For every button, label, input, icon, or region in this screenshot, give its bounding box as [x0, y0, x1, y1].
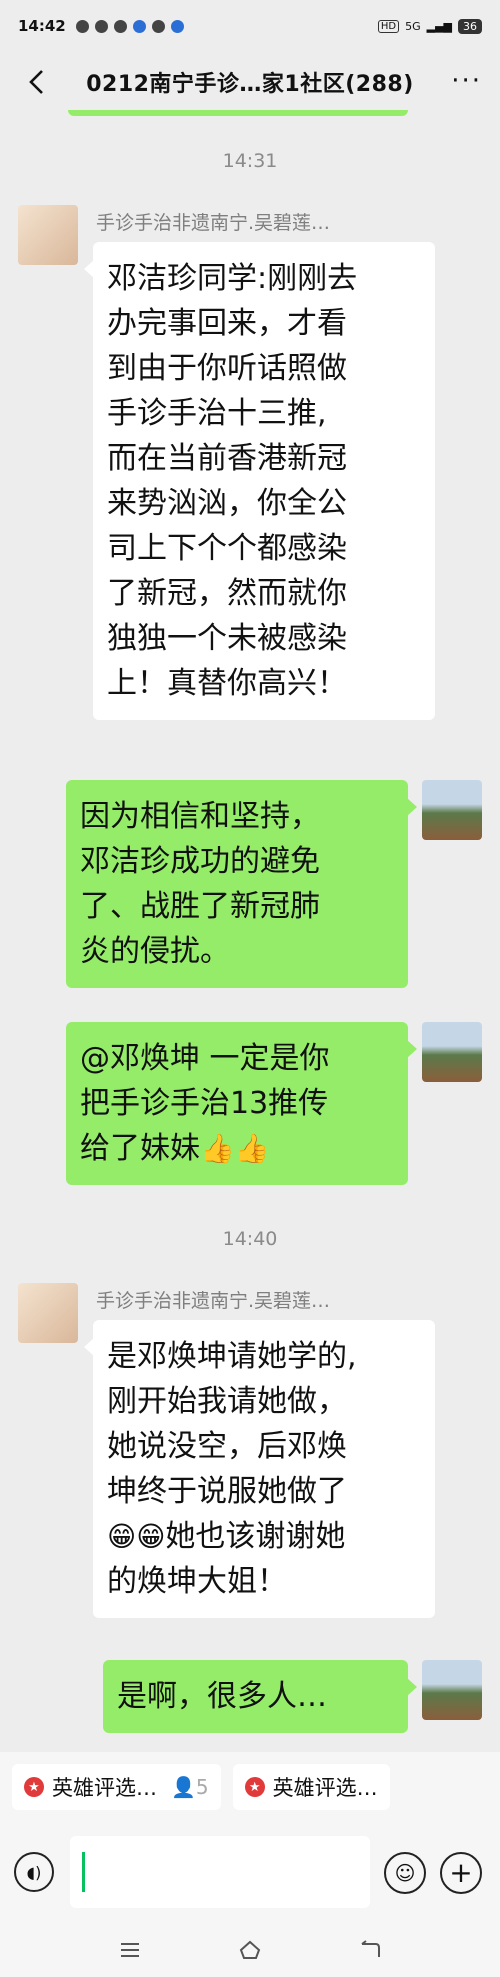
message-line: 了、战胜了新冠肺: [80, 889, 320, 924]
person-icon: 👤: [171, 1775, 196, 1799]
grin-icon: 😁😁: [107, 1520, 166, 1553]
message-line: 炎的侵扰。: [80, 934, 230, 969]
emoji-button[interactable]: ☺: [384, 1852, 426, 1894]
message-line: @邓焕坤 一定是你: [80, 1041, 330, 1076]
message-line: 来势汹汹，你全公: [107, 486, 347, 521]
chat-input-bar: ◖) ☺ +: [0, 1822, 500, 1922]
bubble-tail: [407, 1678, 417, 1696]
hd-icon: HD: [377, 19, 400, 33]
status-time: 14:42: [18, 17, 66, 35]
back-arrow-icon: [361, 1939, 380, 1957]
award-icon: ★: [24, 1777, 44, 1797]
award-icon: ★: [244, 1777, 265, 1797]
timestamp: 14:40: [222, 1228, 278, 1250]
signal-icon: ▂▄▆: [426, 19, 452, 33]
bubble-tail: [407, 798, 417, 816]
message-line: 办完事回来，才看: [107, 306, 347, 341]
message-line: 到由于你听话照做: [107, 351, 347, 386]
translate-icon: [132, 19, 146, 33]
voice-icon: ◖): [26, 1862, 42, 1882]
avatar[interactable]: [422, 1022, 482, 1082]
count-value: 5: [195, 1775, 209, 1799]
play-icon: [170, 19, 184, 33]
system-nav-bar: [0, 1922, 500, 1977]
back-nav-button[interactable]: [355, 1935, 385, 1965]
cloud-icon: [94, 19, 108, 33]
participants-count: 👤5: [171, 1775, 209, 1799]
avatar[interactable]: [422, 1660, 482, 1720]
message-line: 给了妹妹👍👍: [80, 1126, 394, 1171]
message-line: 因为相信和坚持，: [80, 799, 320, 834]
voice-button[interactable]: ◖): [14, 1852, 54, 1892]
chat-title: 0212南宁手诊…家1社区(288): [86, 72, 414, 97]
message-line: 的焕坤大姐！: [107, 1564, 287, 1599]
message-bubble[interactable]: 邓洁珍同学:刚刚去 办完事回来，才看 到由于你听话照做 手诊手治十三推, 而在当…: [93, 242, 435, 720]
home-icon: [239, 1940, 261, 1959]
smiley-icon: ☺: [394, 1861, 416, 1885]
sender-name: 手诊手治非遗南宁.吴碧莲…: [96, 212, 331, 234]
header-accent-bar: [68, 110, 408, 116]
message-line: 坤终于说服她做了: [107, 1474, 347, 1509]
avatar[interactable]: [18, 1283, 78, 1343]
text-cursor: [82, 1852, 85, 1892]
message-line: 刚开始我请她做，: [107, 1384, 347, 1419]
avatar[interactable]: [422, 780, 482, 840]
chevron-left-icon: [29, 70, 43, 94]
message-line: 司上下个个都感染: [107, 531, 347, 566]
thumbs-up-icon: 👍👍: [200, 1132, 270, 1165]
message-text: 她也该谢谢她: [165, 1519, 346, 1554]
avatar[interactable]: [18, 205, 78, 265]
home-nav-button[interactable]: [235, 1935, 265, 1965]
chat-header: 0212南宁手诊…家1社区(288) ···: [0, 52, 500, 112]
message-line: 她说没空，后邓焕: [107, 1429, 347, 1464]
sender-name: 手诊手治非遗南宁.吴碧莲…: [96, 1290, 331, 1312]
tag-label: 英雄评选…: [52, 1776, 157, 1800]
status-right: HD 5G ▂▄▆ 36: [377, 18, 482, 34]
tag-label: 英雄评选…: [272, 1776, 378, 1800]
status-bar: 14:42 HD 5G ▂▄▆ 36: [0, 0, 500, 52]
message-line: 是邓焕坤请她学的,: [107, 1339, 357, 1374]
message-text: 给了妹妹: [80, 1131, 200, 1166]
message-line: 是啊，很多人…: [117, 1679, 327, 1714]
network-label: 5G: [405, 19, 421, 33]
message-line: 了新冠，然而就你: [107, 576, 347, 611]
message-line: 独独一个未被感染: [107, 621, 347, 656]
message-line: 手诊手治十三推,: [107, 396, 327, 431]
message-line: 而在当前香港新冠: [107, 441, 347, 476]
message-bubble[interactable]: 是啊，很多人…: [103, 1660, 408, 1733]
more-actions-button[interactable]: +: [440, 1852, 482, 1894]
plus-icon: +: [449, 1856, 473, 1889]
bubble-tail: [407, 1040, 417, 1058]
menu-nav-button[interactable]: [115, 1935, 145, 1965]
more-button[interactable]: ···: [451, 66, 482, 96]
message-bubble[interactable]: 因为相信和坚持， 邓洁珍成功的避免 了、战胜了新冠肺 炎的侵扰。: [66, 780, 408, 988]
message-line: 邓洁珍成功的避免: [80, 844, 320, 879]
help-icon: [113, 19, 127, 33]
message-input[interactable]: [70, 1836, 370, 1908]
mail-icon: [151, 19, 165, 33]
message-line: 😁😁她也该谢谢她: [107, 1514, 421, 1559]
message-line: 邓洁珍同学:刚刚去: [107, 261, 358, 296]
topic-tags-bar: ★ 英雄评选… 👤5 ★ 英雄评选…: [0, 1752, 500, 1822]
menu-icon: [121, 1942, 139, 1957]
notification-icons: [75, 19, 184, 33]
message-line: 把手诊手治13推传: [80, 1086, 329, 1121]
message-bubble[interactable]: @邓焕坤 一定是你 把手诊手治13推传 给了妹妹👍👍: [66, 1022, 408, 1185]
message-bubble[interactable]: 是邓焕坤请她学的, 刚开始我请她做， 她说没空，后邓焕 坤终于说服她做了 😁😁她…: [93, 1320, 435, 1618]
timestamp: 14:31: [222, 150, 278, 172]
message-icon: [75, 19, 89, 33]
message-line: 上！真替你高兴！: [107, 666, 347, 701]
topic-tag[interactable]: ★ 英雄评选… 👤5: [12, 1764, 221, 1810]
back-button[interactable]: [18, 64, 54, 100]
battery-icon: 36: [458, 18, 482, 34]
topic-tag[interactable]: ★ 英雄评选…: [232, 1764, 390, 1810]
